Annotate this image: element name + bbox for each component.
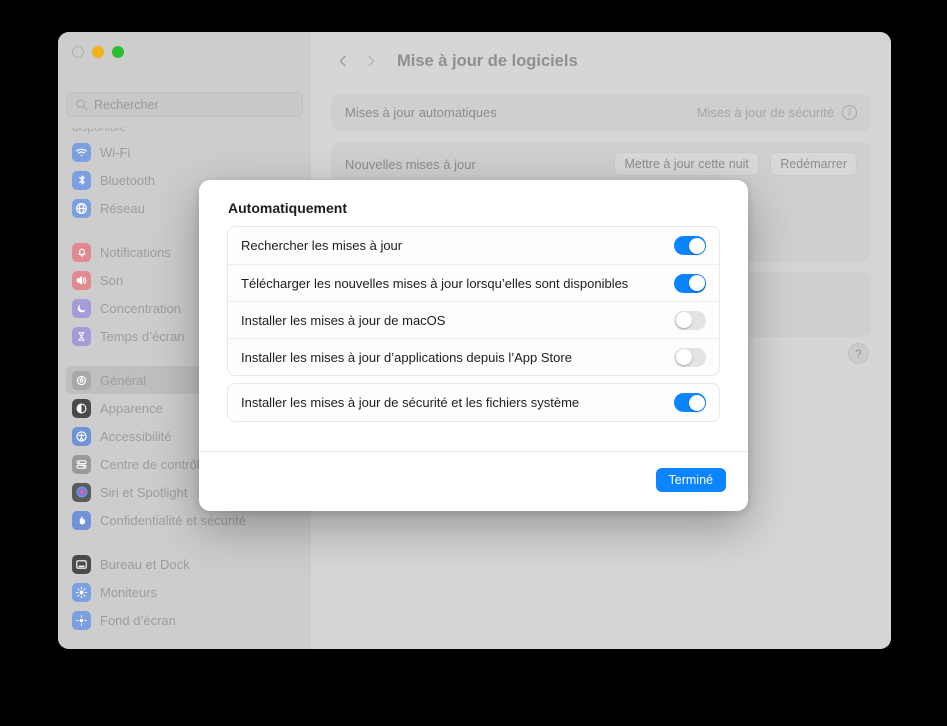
sidebar-item-label: Général	[100, 372, 147, 388]
done-button[interactable]: Terminé	[655, 468, 726, 492]
control-center-icon	[72, 454, 91, 474]
sidebar-item-label: Bureau et Dock	[100, 556, 190, 572]
sidebar-item-label: Temps d’écran	[100, 328, 185, 344]
back-button[interactable]	[329, 47, 357, 75]
toggle-knob	[675, 349, 692, 365]
toggle-group-0: Rechercher les mises à jour Télécharger l…	[227, 226, 720, 376]
sidebar-group-3: Bureau et Dock Moniteurs Fond d’écran	[58, 550, 311, 634]
sidebar-item-label: Notifications	[100, 244, 171, 260]
toggle-row[interactable]: Télécharger les nouvelles mises à jour l…	[228, 264, 719, 301]
dialog-title: Automatiquement	[228, 200, 347, 216]
search-field[interactable]	[66, 92, 303, 117]
update-tonight-button[interactable]: Mettre à jour cette nuit	[614, 152, 759, 176]
sidebar-item-label: Fond d’écran	[100, 612, 176, 628]
toggle-knob	[688, 275, 705, 291]
sidebar-item-label: Siri et Spotlight	[100, 484, 188, 500]
automatic-updates-label: Mises à jour automatiques	[345, 105, 497, 120]
sidebar-item-wi-fi[interactable]: Wi-Fi	[66, 138, 303, 166]
sidebar-item-label: Concentration	[100, 300, 181, 316]
search-icon	[75, 98, 88, 111]
toggle-switch[interactable]	[674, 273, 706, 293]
sidebar-item-label: Apparence	[100, 400, 163, 416]
dialog-separator	[199, 451, 748, 452]
sidebar-item-bureau-et-dock[interactable]: Bureau et Dock	[66, 550, 303, 578]
sidebar-item-label: Son	[100, 272, 124, 288]
accessibility-icon	[72, 426, 91, 446]
forward-button[interactable]	[357, 47, 385, 75]
speaker-icon	[72, 270, 91, 290]
sidebar-item-label: Confidentialité et sécurité	[100, 512, 246, 528]
dock-icon	[72, 554, 91, 574]
automatic-updates-value: Mises à jour de sécurité	[696, 105, 834, 120]
window-controls	[72, 46, 124, 58]
screen: disponible Wi-Fi Bluetooth Réseau Notificat…	[0, 0, 947, 726]
minimize-button[interactable]	[92, 46, 104, 58]
sidebar-item-moniteurs[interactable]: Moniteurs	[66, 578, 303, 606]
bell-icon	[72, 242, 91, 262]
sidebar-item-label: Bluetooth	[100, 172, 155, 188]
gear-icon	[72, 370, 91, 390]
toggle-row[interactable]: Installer les mises à jour de macOS	[228, 301, 719, 338]
hourglass-icon	[72, 326, 91, 346]
toggle-knob	[688, 394, 705, 411]
toggle-knob	[675, 312, 692, 328]
toolbar: Mise à jour de logiciels	[311, 32, 891, 90]
toggle-switch[interactable]	[674, 310, 706, 330]
sidebar-item-label: Wi-Fi	[100, 144, 131, 160]
toggle-label: Installer les mises à jour d’application…	[241, 349, 572, 365]
help-button[interactable]: ?	[848, 343, 869, 364]
sidebar-cutoff-label: disponible	[72, 120, 127, 134]
toggle-row[interactable]: Installer les mises à jour de sécurité e…	[228, 384, 719, 421]
info-icon[interactable]: i	[842, 105, 857, 120]
siri-icon	[72, 482, 91, 502]
sidebar-item-label: Centre de contrôle	[100, 456, 207, 472]
automatic-updates-card[interactable]: Mises à jour automatiques Mises à jour d…	[331, 94, 871, 131]
restart-button[interactable]: Redémarrer	[770, 152, 857, 176]
toggle-row[interactable]: Installer les mises à jour d’application…	[228, 338, 719, 375]
sidebar-item-label: Moniteurs	[100, 584, 158, 600]
automatic-updates-dialog: Automatiquement Rechercher les mises à j…	[199, 180, 748, 511]
toggle-switch[interactable]	[674, 393, 706, 412]
search-input[interactable]	[94, 97, 294, 112]
close-button[interactable]	[72, 46, 84, 58]
toggle-group-1: Installer les mises à jour de sécurité e…	[227, 383, 720, 422]
toggle-knob	[688, 237, 705, 254]
toggle-label: Rechercher les mises à jour	[241, 238, 403, 253]
sidebar-item-label: Accessibilité	[100, 428, 172, 444]
wallpaper-icon	[72, 610, 91, 630]
display-brightness-icon	[72, 582, 91, 602]
page-title: Mise à jour de logiciels	[397, 51, 578, 70]
toggle-row[interactable]: Rechercher les mises à jour	[228, 227, 719, 264]
toggle-label: Télécharger les nouvelles mises à jour l…	[241, 275, 629, 291]
new-updates-title: Nouvelles mises à jour	[345, 156, 476, 172]
globe-icon	[72, 198, 91, 218]
toggle-label: Installer les mises à jour de macOS	[241, 312, 446, 328]
maximize-button[interactable]	[112, 46, 124, 58]
toggle-switch[interactable]	[674, 236, 706, 255]
sidebar-item-fond-d-ecran[interactable]: Fond d’écran	[66, 606, 303, 634]
appearance-icon	[72, 398, 91, 418]
wifi-icon	[72, 142, 91, 162]
toggle-label: Installer les mises à jour de sécurité e…	[241, 395, 580, 410]
bluetooth-icon	[72, 170, 91, 190]
moon-icon	[72, 298, 91, 318]
sidebar-item-label: Réseau	[100, 200, 145, 216]
hand-icon	[72, 510, 91, 530]
toggle-switch[interactable]	[674, 347, 706, 367]
